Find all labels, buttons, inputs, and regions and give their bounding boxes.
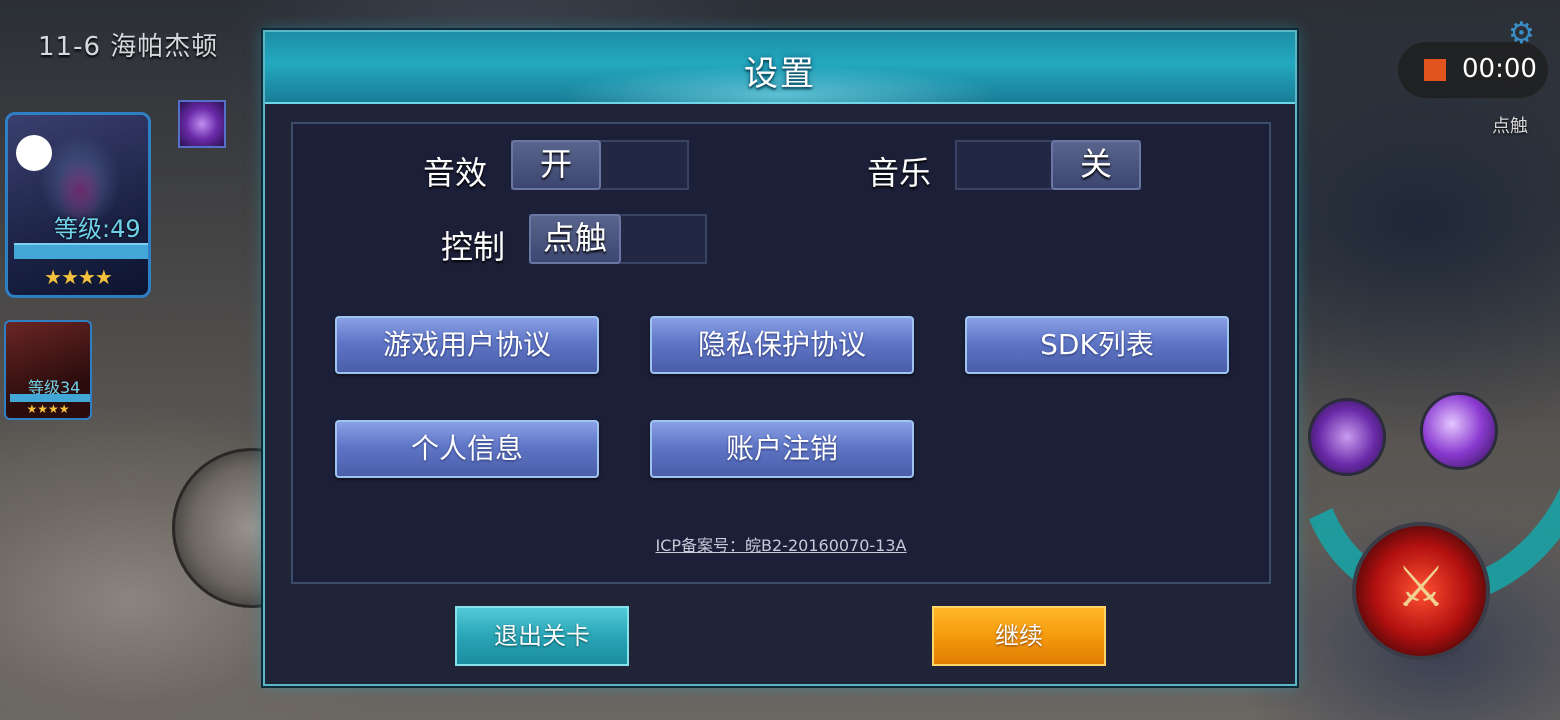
dialog-header: 设置 bbox=[265, 32, 1295, 104]
exit-stage-button[interactable]: 退出关卡 bbox=[455, 606, 629, 666]
attack-button[interactable]: ⚔ bbox=[1352, 522, 1490, 660]
control-toggle-touch[interactable]: 点触 bbox=[529, 214, 621, 264]
orb-skill-button[interactable] bbox=[1420, 392, 1498, 470]
settings-dialog: 设置 音效 开 音乐 关 控制 点触 游戏用户协议 隐私保护协议 SDK列表 个… bbox=[263, 30, 1297, 686]
hero-level: 等级:49 bbox=[54, 215, 141, 243]
touch-indicator bbox=[16, 135, 52, 171]
control-mode-tag: 点触 bbox=[1492, 116, 1528, 137]
hero-stars: ★★★★ bbox=[44, 265, 113, 289]
control-toggle[interactable]: 点触 bbox=[529, 214, 707, 264]
record-timer: 00:00 bbox=[1462, 54, 1537, 84]
record-stop-icon[interactable] bbox=[1424, 59, 1446, 81]
gear-icon[interactable]: ⚙ bbox=[1508, 16, 1535, 51]
sdk-list-button[interactable]: SDK列表 bbox=[965, 316, 1229, 374]
hero-hp-bar-secondary bbox=[10, 394, 90, 402]
stage-title: 11-6 海帕杰顿 bbox=[38, 32, 219, 62]
privacy-agreement-button[interactable]: 隐私保护协议 bbox=[650, 316, 914, 374]
account-cancel-button[interactable]: 账户注销 bbox=[650, 420, 914, 478]
dialog-title: 设置 bbox=[744, 54, 816, 94]
personal-info-button[interactable]: 个人信息 bbox=[335, 420, 599, 478]
crossed-swords-icon: ⚔ bbox=[1395, 555, 1447, 620]
control-label: 控制 bbox=[441, 228, 506, 266]
music-toggle[interactable]: 关 bbox=[955, 140, 1141, 190]
continue-button[interactable]: 继续 bbox=[932, 606, 1106, 666]
music-label: 音乐 bbox=[867, 154, 932, 192]
sound-label: 音效 bbox=[423, 154, 488, 192]
summon-skill-button[interactable] bbox=[1308, 398, 1386, 476]
icp-link[interactable]: ICP备案号：皖B2-20160070-13A bbox=[293, 532, 1269, 556]
sound-toggle-on[interactable]: 开 bbox=[511, 140, 601, 190]
hero-card-secondary[interactable]: 等级34 ★★★★ bbox=[4, 320, 92, 420]
sound-toggle[interactable]: 开 bbox=[511, 140, 689, 190]
settings-panel: 音效 开 音乐 关 控制 点触 游戏用户协议 隐私保护协议 SDK列表 个人信息… bbox=[291, 122, 1271, 584]
user-agreement-button[interactable]: 游戏用户协议 bbox=[335, 316, 599, 374]
hero-stars-secondary: ★★★★ bbox=[26, 402, 70, 416]
hero-hp-bar bbox=[14, 243, 148, 259]
lightning-skill-icon[interactable] bbox=[178, 100, 226, 148]
music-toggle-off[interactable]: 关 bbox=[1051, 140, 1141, 190]
